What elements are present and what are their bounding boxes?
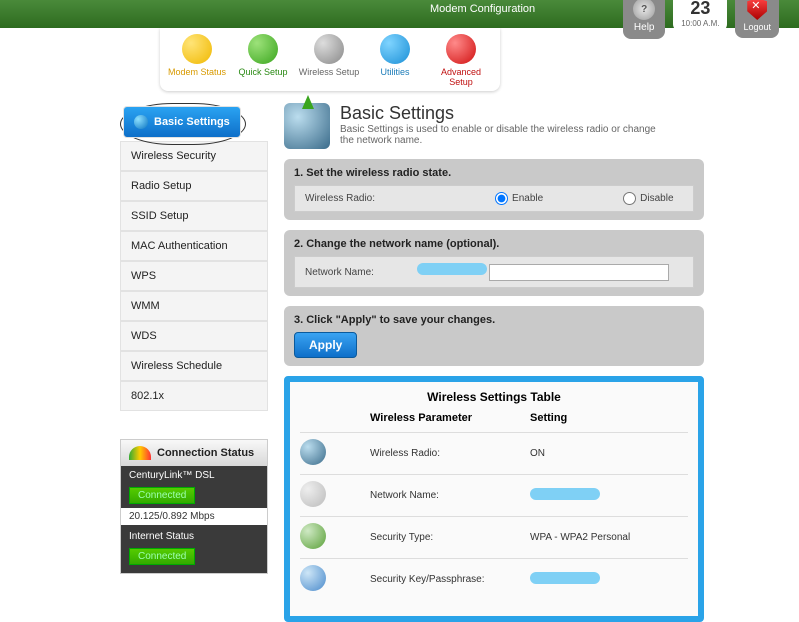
connection-status-box: Connection Status CenturyLink™ DSL Conne…	[120, 439, 268, 574]
security-icon	[300, 523, 326, 549]
sidebar: Basic Settings Wireless Security Radio S…	[120, 103, 268, 622]
key-icon	[300, 565, 326, 591]
col-setting: Setting	[530, 412, 688, 424]
dsl-connected-badge: Connected	[129, 487, 195, 504]
nav-quick-setup[interactable]: Quick Setup	[232, 34, 294, 87]
dot-icon	[134, 115, 148, 129]
nav-modem-status[interactable]: Modem Status	[166, 34, 228, 87]
status-internet-label: Internet Status	[121, 527, 267, 546]
sidebar-item-basic-settings[interactable]: Basic Settings	[123, 106, 241, 138]
header-bar: Modem Configuration ? Help 23 10:00 A.M.…	[0, 0, 799, 28]
col-wireless-parameter: Wireless Parameter	[370, 412, 530, 424]
gauge-icon	[129, 446, 151, 460]
sidebar-item-wireless-schedule[interactable]: Wireless Schedule	[120, 351, 268, 381]
nav-wireless-setup[interactable]: Wireless Setup	[298, 34, 360, 87]
quick-setup-icon	[248, 34, 278, 64]
sidebar-item-8021x[interactable]: 802.1x	[120, 381, 268, 411]
status-heading: Connection Status	[121, 440, 267, 466]
step1-title: 1. Set the wireless radio state.	[294, 167, 694, 179]
sidebar-item-radio-setup[interactable]: Radio Setup	[120, 171, 268, 201]
dsl-speed: 20.125/0.892 Mbps	[121, 508, 267, 525]
network-name-input[interactable]	[489, 264, 669, 281]
nav-advanced-setup[interactable]: Advanced Setup	[430, 34, 492, 87]
wireless-setup-icon	[314, 34, 344, 64]
modem-status-icon	[182, 34, 212, 64]
nav-utilities[interactable]: Utilities	[364, 34, 426, 87]
advanced-setup-icon	[446, 34, 476, 64]
sidebar-item-wds[interactable]: WDS	[120, 321, 268, 351]
table-row: Security Type: WPA - WPA2 Personal	[300, 516, 688, 558]
radio-icon	[300, 439, 326, 465]
settings-table: Wireless Settings Table Wireless Paramet…	[284, 376, 704, 622]
step2-panel: 2. Change the network name (optional). N…	[284, 230, 704, 296]
network-icon	[300, 481, 326, 507]
step3-panel: 3. Click "Apply" to save your changes. A…	[284, 306, 704, 366]
help-icon: ?	[633, 0, 655, 20]
radio-disable[interactable]	[623, 192, 636, 205]
content: Basic Settings Basic Settings is used to…	[284, 103, 704, 622]
table-row: Wireless Radio: ON	[300, 432, 688, 474]
sidebar-item-mac-auth[interactable]: MAC Authentication	[120, 231, 268, 261]
shield-icon	[747, 0, 767, 20]
radio-enable[interactable]	[495, 192, 508, 205]
date-display: 23 10:00 A.M.	[673, 0, 727, 32]
redacted-value	[530, 572, 600, 584]
sidebar-item-wmm[interactable]: WMM	[120, 291, 268, 321]
wireless-radio-label: Wireless Radio:	[305, 193, 375, 204]
step3-title: 3. Click "Apply" to save your changes.	[294, 314, 694, 326]
page-desc: Basic Settings is used to enable or disa…	[340, 124, 670, 146]
sidebar-item-wps[interactable]: WPS	[120, 261, 268, 291]
top-nav: Modem Status Quick Setup Wireless Setup …	[160, 28, 500, 91]
page-title: Basic Settings	[340, 103, 670, 124]
status-dsl-label: CenturyLink™ DSL	[121, 466, 267, 485]
step2-title: 2. Change the network name (optional).	[294, 238, 694, 250]
apply-button[interactable]: Apply	[294, 332, 357, 358]
table-title: Wireless Settings Table	[300, 390, 688, 404]
sidebar-item-wireless-security[interactable]: Wireless Security	[120, 141, 268, 171]
table-row: Network Name:	[300, 474, 688, 516]
highlight-circle: Basic Settings	[120, 103, 246, 145]
sidebar-item-ssid-setup[interactable]: SSID Setup	[120, 201, 268, 231]
network-name-label: Network Name:	[305, 267, 374, 278]
logout-button[interactable]: Logout	[735, 0, 779, 38]
internet-connected-badge: Connected	[129, 548, 195, 565]
utilities-icon	[380, 34, 410, 64]
redacted-value	[530, 488, 600, 500]
page-icon	[284, 103, 330, 149]
header-subtitle: Modem Configuration	[430, 3, 535, 15]
redacted-value	[417, 263, 487, 275]
table-row: Security Key/Passphrase:	[300, 558, 688, 600]
help-button[interactable]: ? Help	[623, 0, 665, 39]
step1-panel: 1. Set the wireless radio state. Wireles…	[284, 159, 704, 220]
